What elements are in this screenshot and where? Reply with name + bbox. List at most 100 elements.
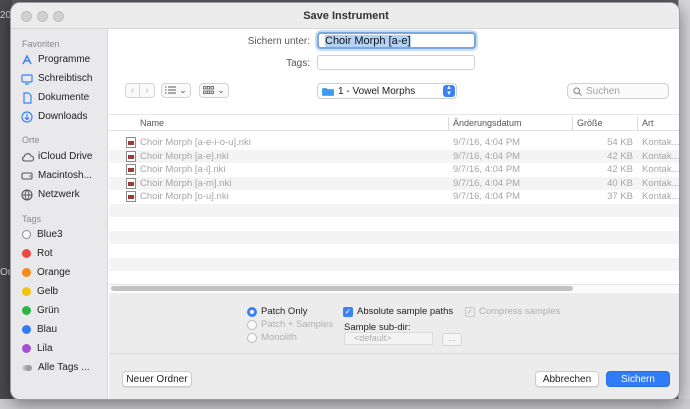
file-name: Choir Morph [a-e].nki [140,150,229,162]
sidebar-tag-all-tags[interactable]: Alle Tags ... [20,359,106,376]
sidebar-item-label: Macintosh... [38,170,92,181]
sidebar-header-places: Orte [22,135,40,145]
save-as-value: Choir Morph [a-e] [325,35,411,47]
nki-file-icon [126,137,136,148]
patch-only-radio[interactable]: Patch Only [247,306,307,317]
sidebar-item-programme[interactable]: Programme [20,51,106,68]
document-icon [20,91,34,104]
sidebar-item-macintosh[interactable]: Macintosh... [20,167,106,184]
file-name: Choir Morph [o-u].nki [140,191,229,202]
sidebar-tag-orange[interactable]: Orange [20,264,106,281]
sidebar-item-netzwerk[interactable]: Netzwerk [20,186,106,203]
column-divider[interactable] [572,117,573,130]
patch-samples-radio[interactable]: Patch + Samples [247,319,333,330]
sidebar-item-icloud-drive[interactable]: iCloud Drive [20,148,106,165]
sidebar-tag-blau[interactable]: Blau [20,321,106,338]
location-popup[interactable]: 1 - Vowel Morphs ▴ ▾ [317,83,457,99]
file-kind: Kontak...t [642,177,680,189]
column-header-size[interactable]: Größe [577,118,603,128]
file-size: 42 KB [607,150,633,162]
scrollbar-thumb[interactable] [111,286,573,291]
file-size: 42 KB [607,164,633,175]
sidebar: Favoriten Programme Schreibtisch Dokumen… [11,29,108,399]
file-kind: Kontak...t [642,137,680,148]
tag-color-dot [22,306,31,315]
column-divider[interactable] [637,117,638,130]
horizontal-scrollbar[interactable] [109,284,679,292]
checkbox-label: Compress samples [479,306,561,317]
nki-file-icon [126,150,136,162]
compress-samples-checkbox[interactable]: ✓ Compress samples [465,306,560,317]
sidebar-header-favorites: Favoriten [22,39,60,49]
sidebar-item-downloads[interactable]: Downloads [20,108,106,125]
tag-color-dot [22,325,31,334]
browse-subdir-button[interactable]: ... [442,333,462,346]
list-view-icon [165,86,177,96]
sidebar-item-label: Downloads [38,111,88,122]
file-size: 40 KB [607,177,633,189]
sidebar-item-label: Orange [37,267,71,278]
sidebar-item-label: Dokumente [38,92,90,103]
sidebar-item-label: Alle Tags ... [38,362,90,373]
save-as-input[interactable]: Choir Morph [a-e] [317,32,476,49]
forward-button[interactable]: › [140,83,155,98]
sidebar-tag-rot[interactable]: Rot [20,245,106,262]
desktop-icon [20,73,34,85]
grid-view-button[interactable]: ⌄ [199,83,229,98]
sidebar-item-label: Grün [37,305,60,316]
file-row[interactable]: Choir Morph [a-m].nki 9/7/16, 4:04 PM 40… [109,176,680,190]
column-header-name[interactable]: Name [140,118,164,128]
monolith-radio[interactable]: Monolith [247,332,297,343]
absolute-sample-paths-checkbox[interactable]: ✓ Absolute sample paths [343,306,453,317]
file-row[interactable]: Choir Morph [a-e].nki 9/7/16, 4:04 PM 42… [109,149,680,163]
tags-input[interactable] [317,55,475,70]
file-name: Choir Morph [a-e-i-o-u].nki [140,137,251,148]
file-list: Name Änderungsdatum Größe Art Choir Morp… [109,114,680,292]
file-row[interactable]: Choir Morph [a-i].nki 9/7/16, 4:04 PM 42… [109,163,679,177]
sidebar-header-tags: Tags [22,214,42,224]
search-field[interactable]: Suchen [567,83,669,99]
sidebar-item-dokumente[interactable]: Dokumente [20,89,106,106]
column-header-row: Name Änderungsdatum Größe Art [109,114,679,131]
cancel-button[interactable]: Abbrechen [535,371,599,387]
sidebar-tag-gelb[interactable]: Gelb [20,283,106,300]
sidebar-tag-gruen[interactable]: Grün [20,302,106,319]
checkmark-icon: ✓ [343,306,353,317]
sidebar-tag-blue3[interactable]: Blue3 [20,226,106,243]
save-as-label: Sichern unter: [247,36,310,47]
disk-icon [20,171,34,181]
tag-color-dot [22,230,31,239]
chevron-down-icon: ⌄ [179,85,187,95]
list-view-button[interactable]: ⌄ [161,83,191,98]
checkbox-label: Absolute sample paths [357,306,454,317]
folder-icon [322,87,334,96]
new-folder-button[interactable]: Neuer Ordner [122,371,192,387]
nki-file-icon [126,177,136,189]
sidebar-item-label: Blue3 [37,229,63,240]
tag-color-dot [22,249,31,258]
radio-label: Patch + Samples [261,319,334,330]
file-date: 9/7/16, 4:04 PM [453,191,521,202]
location-label: 1 - Vowel Morphs [338,85,416,97]
file-row[interactable]: Choir Morph [a-e-i-o-u].nki 9/7/16, 4:04… [109,136,680,150]
empty-row [109,257,679,271]
column-header-date[interactable]: Änderungsdatum [453,118,522,128]
column-header-kind[interactable]: Art [642,118,654,128]
radio-indicator [247,332,257,343]
sample-subdir-input[interactable]: <default> [344,332,433,345]
save-button[interactable]: Sichern [606,371,670,387]
back-button[interactable]: ‹ [125,83,140,98]
radio-label: Patch Only [261,306,308,317]
sidebar-item-label: Programme [38,54,91,65]
search-placeholder: Suchen [586,85,620,97]
file-row[interactable]: Choir Morph [o-u].nki 9/7/16, 4:04 PM 37… [109,190,679,204]
file-kind: Kontak...t [642,150,680,162]
sidebar-item-label: Netzwerk [38,189,80,200]
file-name: Choir Morph [a-i].nki [140,164,226,175]
tag-color-dot [22,344,31,353]
file-name: Choir Morph [a-m].nki [140,177,232,189]
column-divider[interactable] [448,117,449,130]
nav-buttons: ‹ › [125,83,155,98]
sidebar-item-schreibtisch[interactable]: Schreibtisch [20,70,106,87]
sidebar-tag-lila[interactable]: Lila [20,340,106,357]
